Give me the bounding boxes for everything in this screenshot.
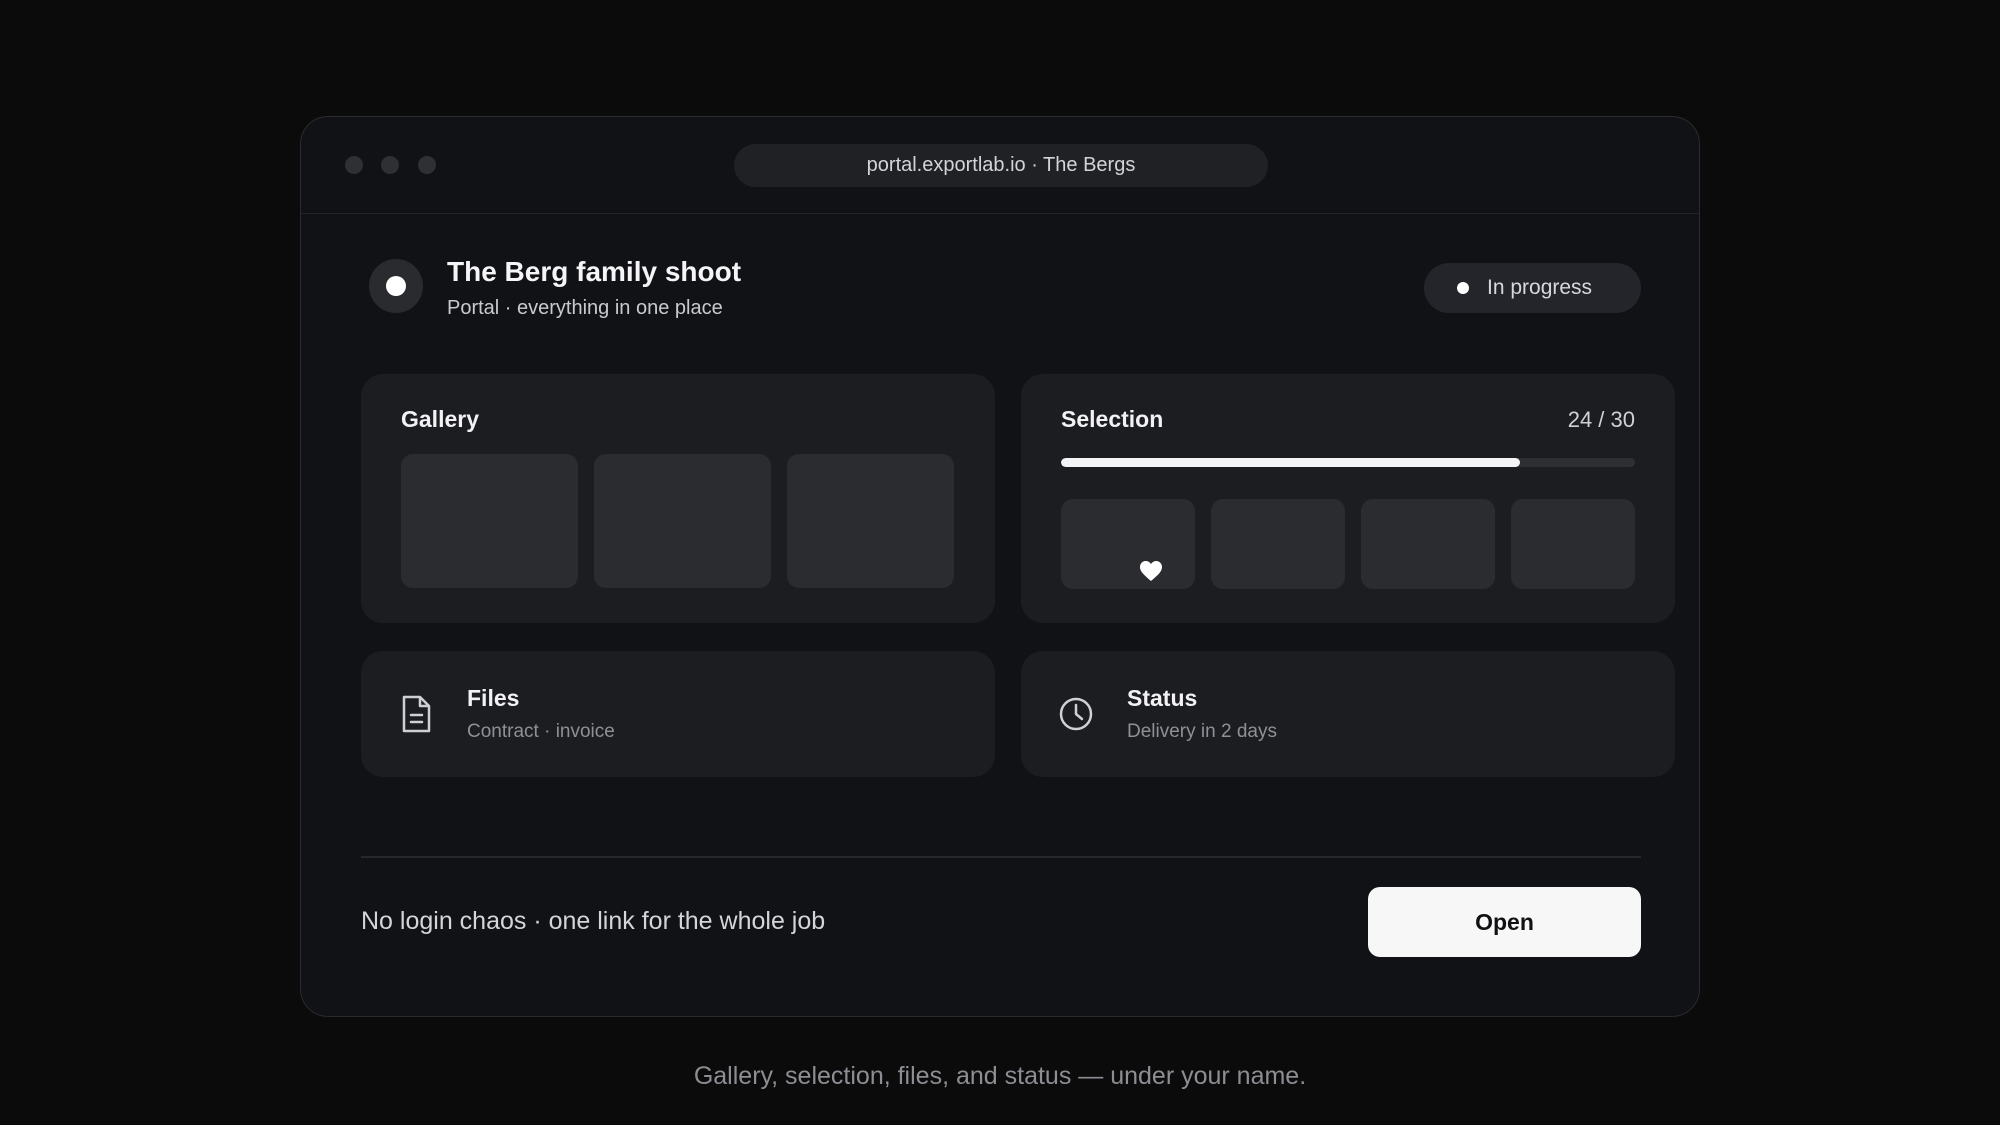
status-badge: In progress [1424,263,1641,313]
divider [361,856,1641,858]
window-close-dot[interactable] [345,156,363,174]
selection-progress-fill [1061,458,1521,467]
gallery-thumbnail[interactable] [787,454,954,588]
avatar [369,259,423,313]
gallery-card[interactable]: Gallery [361,374,995,623]
window-maximize-dot[interactable] [418,156,436,174]
footer-tagline: No login chaos · one link for the whole … [361,907,826,935]
page-title: The Berg family shoot [447,256,742,287]
heart-icon[interactable] [1139,560,1163,582]
gallery-thumbnail[interactable] [401,454,578,588]
address-bar[interactable]: portal.exportlab.io · The Bergs [734,144,1268,187]
selection-thumbnail[interactable] [1211,499,1345,589]
gallery-thumbnail[interactable] [594,454,771,588]
files-subtitle: Contract · invoice [467,721,615,742]
files-card[interactable]: Files Contract · invoice [361,651,995,777]
window-minimize-dot[interactable] [381,156,399,174]
status-card[interactable]: Status Delivery in 2 days [1021,651,1675,777]
gallery-title: Gallery [401,406,479,432]
selection-card[interactable]: Selection 24 / 30 [1021,374,1675,623]
status-subtitle: Delivery in 2 days [1127,721,1277,742]
selection-thumbnail[interactable] [1511,499,1635,589]
document-icon [402,695,431,733]
selection-thumbnail[interactable] [1061,499,1195,589]
open-button[interactable]: Open [1368,887,1641,957]
status-badge-label: In progress [1487,276,1593,299]
title-bar: portal.exportlab.io · The Bergs [301,117,1699,214]
files-title: Files [467,685,520,711]
selection-thumbnail[interactable] [1361,499,1495,589]
status-title: Status [1127,685,1198,711]
selection-count: 24 / 30 [1567,407,1635,432]
page-caption: Gallery, selection, files, and status — … [693,1062,1307,1090]
selection-title: Selection [1061,406,1164,432]
selection-progress-bar [1061,458,1635,467]
avatar-dot [386,276,406,296]
clock-icon [1059,697,1093,731]
status-dot-icon [1457,282,1469,294]
page-subtitle: Portal · everything in one place [447,297,723,319]
browser-window: portal.exportlab.io · The Bergs The Berg… [300,116,1700,1017]
